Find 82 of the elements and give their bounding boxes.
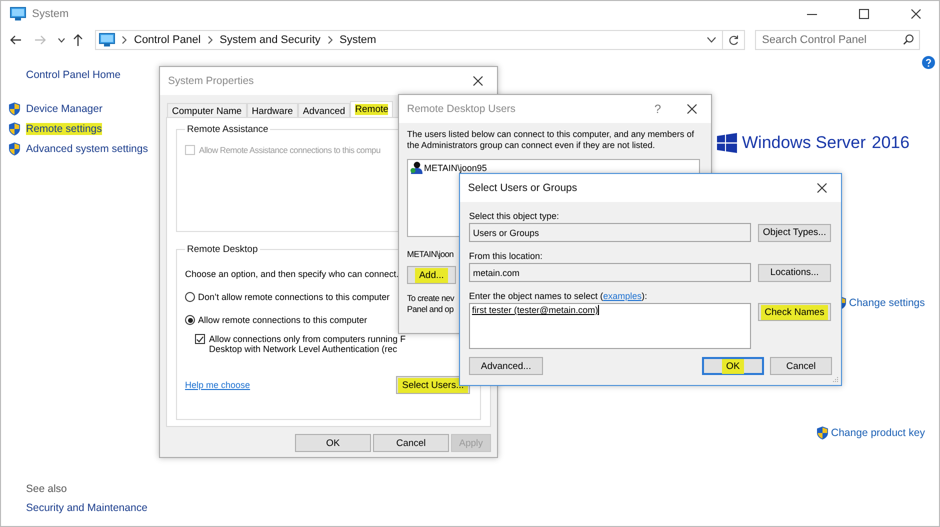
tab[interactable]: Remote <box>350 101 394 117</box>
close-icon[interactable] <box>817 183 827 193</box>
group-title: Remote Desktop <box>186 244 259 255</box>
refresh-button[interactable] <box>723 30 745 50</box>
close-icon[interactable] <box>911 9 921 19</box>
dialog-title: Select Users or Groups <box>468 182 578 194</box>
sidebar-link[interactable]: Advanced system settings <box>26 143 148 155</box>
sidebar-link[interactable]: Control Panel Home <box>26 69 156 81</box>
edition-year: 2016 <box>872 133 910 153</box>
locations-button[interactable]: Locations... <box>758 264 831 282</box>
link[interactable]: Change product key <box>831 427 925 439</box>
radio-label: Don’t allow remote connections to this computer <box>198 292 390 302</box>
field-label: Select this object type: <box>469 211 560 221</box>
read-only-field: Users or Groups <box>469 223 751 242</box>
radio-button[interactable] <box>185 315 195 325</box>
description-text: The users listed below can connect to this computer, and any members of the Administrators group can connect even if they are not listed. <box>407 129 696 151</box>
tab[interactable]: Hardware <box>246 103 298 117</box>
shield-icon <box>8 142 21 156</box>
breadcrumb[interactable]: Control Panel <box>134 34 201 46</box>
refresh-icon <box>728 34 739 46</box>
system-icon <box>10 7 26 21</box>
radio-label: Allow remote connections to this computer <box>198 315 368 325</box>
user-icon <box>410 161 423 174</box>
sidebar-link[interactable]: Device Manager <box>26 103 102 115</box>
sidebar-link[interactable]: Security and Maintenance <box>26 502 156 514</box>
read-only-field: metain.com <box>469 263 751 282</box>
tab[interactable]: Computer Name <box>167 103 247 117</box>
maximize-icon[interactable] <box>859 9 869 19</box>
help-link[interactable]: Help me choose <box>185 380 250 390</box>
list-item[interactable]: METAIN\joon95 <box>424 162 487 172</box>
close-icon[interactable] <box>473 76 483 86</box>
checkbox-label: Allow connections only from computers running F <box>209 334 406 344</box>
field-label: From this location: <box>469 251 544 261</box>
examples-link[interactable]: examples <box>603 291 642 301</box>
add-button[interactable]: Add... <box>407 266 456 284</box>
close-icon[interactable] <box>687 104 697 114</box>
system-icon <box>99 33 115 47</box>
dropdown-caret-icon[interactable] <box>58 38 65 42</box>
shield-icon <box>816 426 829 440</box>
dialog-button[interactable]: Cancel <box>770 357 832 375</box>
section-heading: See also <box>26 483 68 495</box>
chevron-icon <box>328 36 333 44</box>
dialog-button[interactable]: OK <box>702 357 764 375</box>
shield-icon <box>8 102 21 116</box>
instruction-text: Choose an option, and then specify who can connect. <box>185 269 399 279</box>
names-input[interactable]: first tester (tester@metain.com) <box>469 303 751 349</box>
note-text: To create nev <box>407 293 454 304</box>
dialog-title: System Properties <box>168 75 254 87</box>
help-icon[interactable] <box>922 56 935 69</box>
link[interactable]: Change settings <box>849 297 925 309</box>
chevron-icon <box>208 36 213 44</box>
dialog-title: Remote Desktop Users <box>407 103 516 115</box>
checkbox[interactable] <box>195 334 205 344</box>
back-arrow-icon[interactable] <box>10 35 22 45</box>
checkbox-label: Allow Remote Assistance connections to this compu <box>199 145 380 155</box>
edition-name: Windows Server <box>742 133 866 153</box>
up-arrow-icon[interactable] <box>73 34 83 46</box>
dropdown-caret-icon[interactable] <box>707 37 716 43</box>
dialog-button[interactable]: OK <box>295 434 371 452</box>
radio-button[interactable] <box>185 292 195 302</box>
select-users-button[interactable]: Select Users... <box>396 376 470 394</box>
object-types-button[interactable]: Object Types... <box>758 224 831 242</box>
dialog-button[interactable]: Cancel <box>373 434 449 452</box>
check-names-button[interactable]: Check Names <box>758 303 831 321</box>
chevron-icon <box>122 36 127 44</box>
tab[interactable]: Advanced <box>298 103 350 117</box>
field-label: Enter the object names to select (examples): <box>469 291 648 301</box>
window-title: System <box>32 8 69 20</box>
help-button[interactable]: ? <box>654 102 661 116</box>
note-text: Panel and op <box>407 304 454 315</box>
checkbox-label: Desktop with Network Level Authentication (rec <box>209 344 398 354</box>
windows-logo-icon <box>717 133 737 153</box>
breadcrumb[interactable]: System <box>340 34 376 46</box>
sidebar-link[interactable]: Remote settings <box>26 123 102 135</box>
address-bar[interactable]: Control Panel System and Security System <box>95 30 723 50</box>
search-field[interactable]: Search Control Panel <box>755 30 920 50</box>
dialog-button[interactable]: Advanced... <box>469 357 543 375</box>
group-title: Remote Assistance <box>186 124 270 135</box>
shield-icon <box>8 122 21 136</box>
member-text: METAIN\joon <box>407 249 454 259</box>
search-icon[interactable] <box>903 34 914 45</box>
breadcrumb[interactable]: System and Security <box>220 34 321 46</box>
